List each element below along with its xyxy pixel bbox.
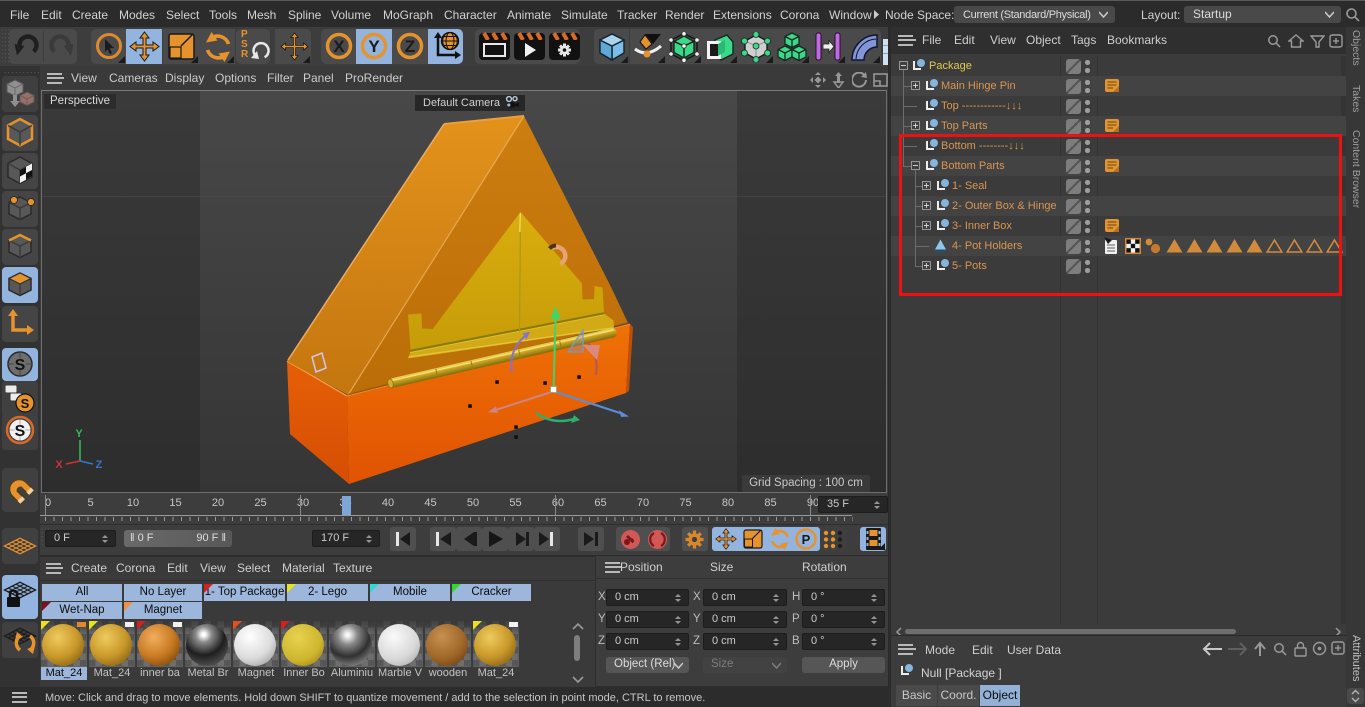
svg-text:X: X [333,37,345,56]
svg-text:S: S [15,423,26,440]
svg-text:Y: Y [75,428,83,440]
svg-text:X: X [55,459,63,471]
svg-text:S: S [21,396,30,411]
svg-text:Z: Z [405,37,415,56]
svg-text:P: P [802,532,811,547]
svg-text:Z: Z [96,459,103,471]
svg-text:Y: Y [368,37,380,56]
svg-text:S: S [15,357,26,374]
